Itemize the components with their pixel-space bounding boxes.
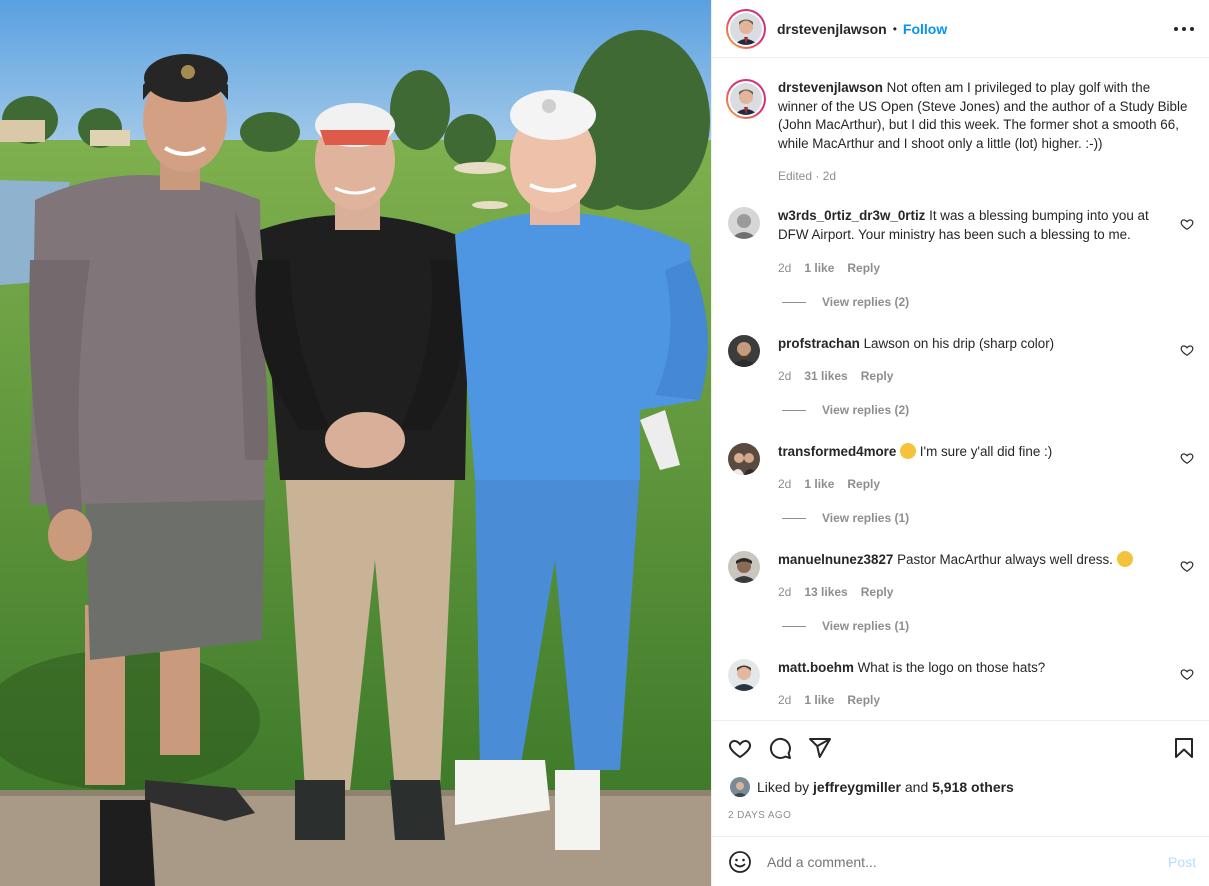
like-comment-heart-icon[interactable] <box>1180 559 1194 573</box>
follow-button[interactable]: Follow <box>903 21 947 37</box>
view-replies-button[interactable]: View replies (2) <box>782 403 909 417</box>
view-replies-button[interactable]: View replies (1) <box>782 619 909 633</box>
comment-likes[interactable]: 1 like <box>804 261 834 275</box>
post-side-panel: drstevenjlawson • Follow drstevenjlawson… <box>711 0 1209 886</box>
comment-likes[interactable]: 31 likes <box>804 369 847 383</box>
profile-photo-icon <box>730 83 762 115</box>
post-comment-button[interactable]: Post <box>1168 854 1196 870</box>
comments-scroll-area[interactable]: drstevenjlawson Not often am I privilege… <box>712 59 1209 719</box>
liked-user-link[interactable]: jeffreygmiller <box>813 779 901 795</box>
comment-likes[interactable]: 1 like <box>804 477 834 491</box>
post-actions: Liked by jeffreygmiller and 5,918 others… <box>712 720 1209 886</box>
profile-photo-icon <box>730 12 762 45</box>
view-replies-label: View replies (2) <box>822 295 910 309</box>
view-replies-label: View replies (1) <box>822 511 910 525</box>
comment-text: I'm sure y'all did fine :) <box>919 444 1053 459</box>
comment-age[interactable]: 2d <box>778 261 791 275</box>
like-comment-heart-icon[interactable] <box>1180 667 1194 681</box>
view-replies-label: View replies (2) <box>822 403 910 417</box>
share-icon[interactable] <box>808 736 832 760</box>
liked-prefix: Liked by <box>757 779 810 795</box>
tongue-wink-emoji-icon <box>1116 551 1133 567</box>
profile-photo-icon <box>730 777 750 797</box>
comment-age[interactable]: 2d <box>778 693 791 707</box>
profile-photo-icon <box>728 335 760 367</box>
caption-meta: Edited · 2d <box>778 169 837 183</box>
bookmark-icon[interactable] <box>1172 736 1196 760</box>
comment-username[interactable]: profstrachan <box>778 336 860 351</box>
comment-age[interactable]: 2d <box>778 585 791 599</box>
comment-likes[interactable]: 1 like <box>804 693 834 707</box>
post-caption: drstevenjlawson Not often am I privilege… <box>726 79 1196 186</box>
comment-username[interactable]: manuelnunez3827 <box>778 552 893 567</box>
liker-avatar[interactable] <box>730 777 750 797</box>
header-separator: • <box>892 21 897 36</box>
header-username[interactable]: drstevenjlawson <box>777 21 887 37</box>
view-replies-label: View replies (1) <box>822 619 910 633</box>
comment-avatar[interactable] <box>728 659 760 691</box>
like-comment-heart-icon[interactable] <box>1180 451 1194 465</box>
comment-username[interactable]: transformed4more <box>778 444 896 459</box>
comment-username[interactable]: w3rds_0rtiz_dr3w_0rtiz <box>778 208 925 223</box>
emoji-picker-icon[interactable] <box>728 850 752 874</box>
view-replies-button[interactable]: View replies (2) <box>782 295 909 309</box>
post-timestamp[interactable]: 2 DAYS AGO <box>728 810 791 821</box>
reply-button[interactable]: Reply <box>847 477 880 491</box>
view-replies-button[interactable]: View replies (1) <box>782 511 909 525</box>
comment-avatar[interactable] <box>728 443 760 475</box>
comment-avatar[interactable] <box>728 551 760 583</box>
comment-text: Lawson on his drip (sharp color) <box>863 336 1055 351</box>
profile-photo-icon <box>728 551 760 583</box>
more-horizontal-icon[interactable] <box>1174 20 1194 38</box>
comment-username[interactable]: matt.boehm <box>778 660 854 675</box>
heart-icon[interactable] <box>728 736 752 760</box>
liked-and: and <box>904 779 929 795</box>
comment-avatar[interactable] <box>728 335 760 367</box>
avatar[interactable] <box>726 8 766 49</box>
comment-icon[interactable] <box>768 736 792 760</box>
profile-photo-icon <box>728 207 760 239</box>
comment-text: What is the logo on those hats? <box>857 660 1046 675</box>
comment-input[interactable] <box>767 854 1209 870</box>
liked-others-link[interactable]: 5,918 others <box>932 779 1014 795</box>
liked-by-summary: Liked by jeffreygmiller and 5,918 others <box>730 777 1014 797</box>
profile-photo-icon <box>728 659 760 691</box>
comment-avatar[interactable] <box>728 207 760 239</box>
caption-avatar[interactable] <box>726 79 766 119</box>
grinning-sweat-emoji-icon <box>900 443 917 459</box>
comment-likes[interactable]: 13 likes <box>804 585 847 599</box>
post-header: drstevenjlawson • Follow <box>712 0 1209 58</box>
reply-button[interactable]: Reply <box>847 261 880 275</box>
like-comment-heart-icon[interactable] <box>1180 217 1194 231</box>
reply-button[interactable]: Reply <box>861 369 894 383</box>
reply-button[interactable]: Reply <box>861 585 894 599</box>
profile-photo-icon <box>728 443 760 475</box>
comment-age[interactable]: 2d <box>778 369 791 383</box>
add-comment-bar: Post <box>712 836 1209 886</box>
reply-button[interactable]: Reply <box>847 693 880 707</box>
post-photo[interactable] <box>0 0 711 886</box>
caption-username[interactable]: drstevenjlawson <box>778 80 883 95</box>
like-comment-heart-icon[interactable] <box>1180 343 1194 357</box>
comment-text: Pastor MacArthur always well dress. <box>897 552 1113 567</box>
comment-age[interactable]: 2d <box>778 477 791 491</box>
golf-photo-illustration <box>0 0 711 886</box>
